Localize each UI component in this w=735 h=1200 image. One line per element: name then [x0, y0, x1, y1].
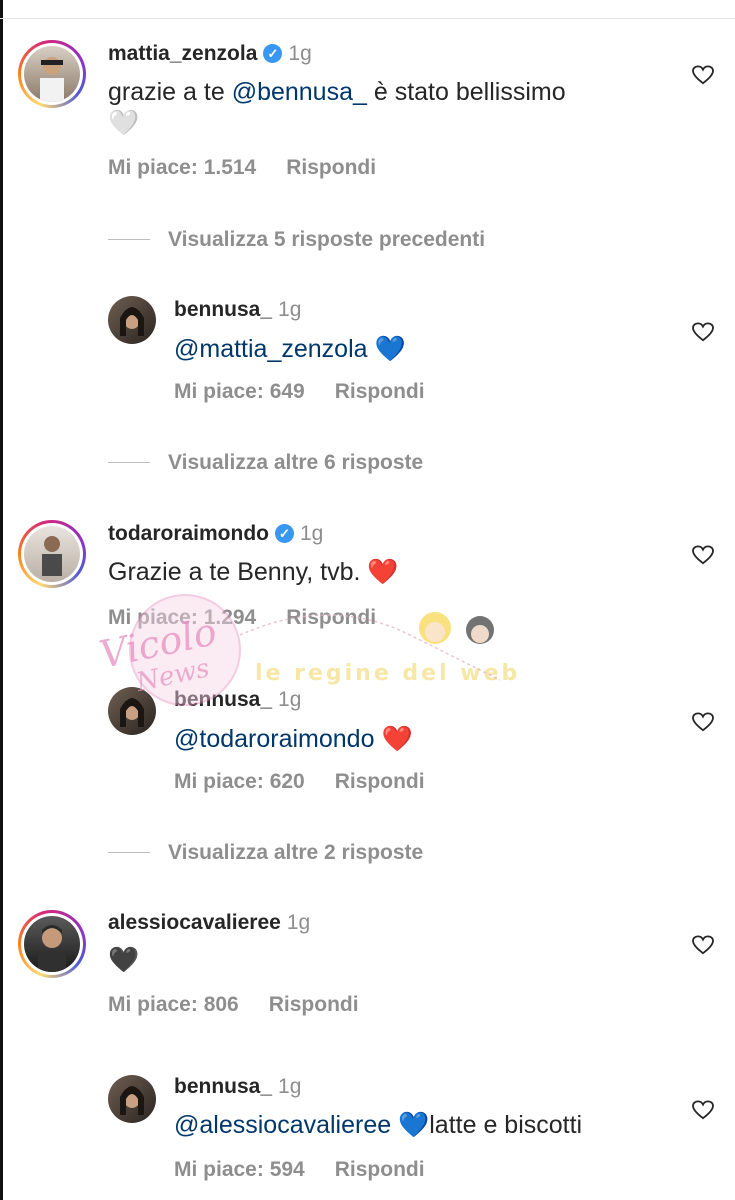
like-count[interactable]: Mi piace: 649 — [174, 380, 305, 403]
heart-icon[interactable] — [692, 1100, 714, 1120]
username[interactable]: bennusa_ 1g — [174, 1075, 301, 1099]
comment-meta: Mi piace: 1.294 Rispondi — [108, 606, 376, 630]
timestamp: 1g — [288, 42, 312, 65]
timestamp: 1g — [278, 298, 302, 321]
heart-icon[interactable] — [692, 65, 714, 85]
heart-icon[interactable] — [692, 322, 714, 342]
timestamp: 1g — [278, 1075, 302, 1098]
verified-icon: ✓ — [263, 44, 283, 63]
comment-text: @todaroraimondo ❤️ — [174, 724, 413, 753]
avatar[interactable] — [24, 526, 80, 582]
reply-button[interactable]: Rispondi — [335, 770, 425, 793]
like-count[interactable]: Mi piace: 620 — [174, 770, 305, 793]
story-ring[interactable] — [18, 910, 86, 978]
view-more-replies[interactable]: Visualizza altre 2 risposte — [108, 841, 423, 865]
mention-link[interactable]: @todaroraimondo — [174, 725, 375, 753]
reply-button[interactable]: Rispondi — [335, 1158, 425, 1181]
heart-icon[interactable] — [692, 935, 714, 955]
timestamp: 1g — [286, 911, 311, 934]
avatar[interactable] — [24, 46, 80, 102]
like-count[interactable]: Mi piace: 594 — [174, 1158, 305, 1181]
username[interactable]: bennusa_ 1g — [174, 298, 301, 322]
top-divider — [0, 18, 735, 19]
view-more-replies[interactable]: Visualizza altre 6 risposte — [108, 451, 423, 475]
left-border — [0, 0, 3, 1200]
white-heart-emoji: 🤍 — [108, 108, 140, 137]
like-count[interactable]: Mi piace: 806 — [108, 993, 239, 1016]
verified-icon: ✓ — [275, 524, 294, 543]
avatar[interactable] — [108, 296, 156, 344]
comment-text: @mattia_zenzola 💙 — [174, 334, 406, 363]
like-count[interactable]: Mi piace: 1.514 — [108, 156, 256, 179]
comment-meta: Mi piace: 649 Rispondi — [174, 380, 425, 404]
comment-meta: Mi piace: 620 Rispondi — [174, 770, 425, 794]
mention-link[interactable]: @bennusa_ — [232, 78, 367, 106]
comment-meta: Mi piace: 594 Rispondi — [174, 1158, 425, 1182]
reply-button[interactable]: Rispondi — [335, 380, 425, 403]
like-count[interactable]: Mi piace: 1.294 — [108, 606, 256, 629]
comment-meta: Mi piace: 1.514 Rispondi — [108, 156, 376, 180]
comment-text: grazie a te @bennusa_ è stato bellissimo — [108, 78, 566, 106]
mention-link[interactable]: @mattia_zenzola — [174, 335, 368, 363]
heart-icon[interactable] — [692, 712, 714, 732]
username[interactable]: bennusa_ 1g — [174, 688, 301, 712]
reply-button[interactable]: Rispondi — [286, 606, 376, 629]
story-ring[interactable] — [18, 40, 86, 108]
avatar[interactable] — [108, 1075, 156, 1123]
black-heart-emoji: 🖤 — [108, 945, 140, 974]
avatar[interactable] — [24, 916, 80, 972]
timestamp: 1g — [300, 522, 324, 545]
comment-text: Grazie a te Benny, tvb. ❤️ — [108, 557, 399, 586]
reply-button[interactable]: Rispondi — [269, 993, 359, 1016]
timestamp: 1g — [278, 688, 302, 711]
svg-text:le regine del web: le regine del web — [255, 661, 520, 686]
username[interactable]: mattia_zenzola ✓ 1g — [108, 42, 312, 66]
comment-meta: Mi piace: 806 Rispondi — [108, 993, 359, 1017]
reply-button[interactable]: Rispondi — [286, 156, 376, 179]
heart-icon[interactable] — [692, 545, 714, 565]
story-ring[interactable] — [18, 520, 86, 588]
view-more-replies[interactable]: Visualizza 5 risposte precedenti — [108, 228, 485, 252]
username[interactable]: alessiocavalieree 1g — [108, 911, 310, 935]
mention-link[interactable]: @alessiocavalieree — [174, 1111, 391, 1139]
avatar[interactable] — [108, 687, 156, 735]
username[interactable]: todaroraimondo ✓ 1g — [108, 522, 323, 546]
comment-text: @alessiocavalieree 💙latte e biscotti — [174, 1110, 583, 1139]
